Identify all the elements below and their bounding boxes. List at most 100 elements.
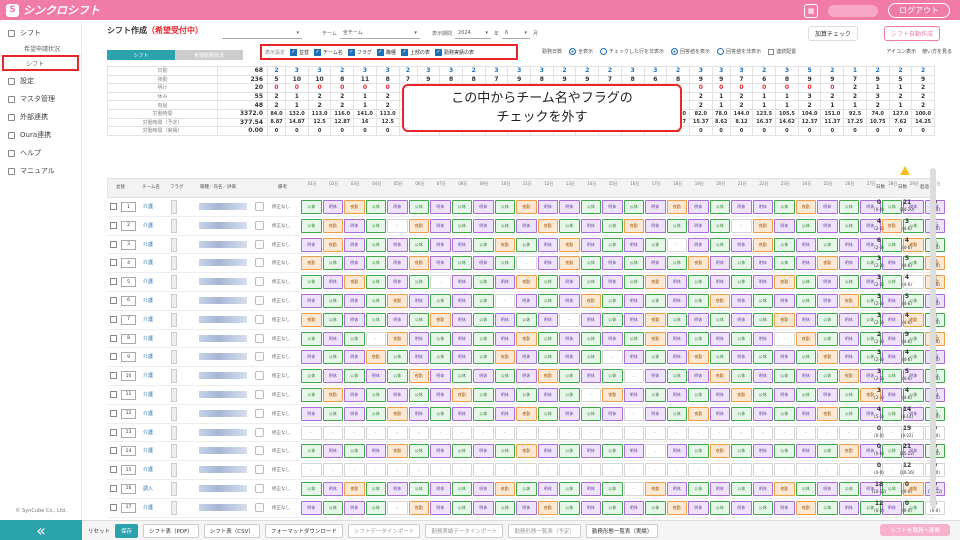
shift-cell[interactable]: 公休 xyxy=(666,312,687,327)
shift-cell[interactable]: 公休 xyxy=(709,237,730,252)
shift-cell[interactable]: - xyxy=(795,425,816,440)
vertical-scrollbar[interactable] xyxy=(930,168,936,508)
shift-cell[interactable]: - xyxy=(365,425,386,440)
shift-cell[interactable]: - xyxy=(709,463,730,478)
shift-cell[interactable]: 公休 xyxy=(838,406,859,421)
shift-cell[interactable]: 明休 xyxy=(731,237,752,252)
icon-display-link[interactable]: アイコン表示 xyxy=(886,48,916,55)
shift-cell[interactable]: 明休 xyxy=(365,369,386,384)
shift-cell[interactable]: 明休 xyxy=(623,444,644,459)
save-button[interactable]: 保存 xyxy=(115,523,139,538)
shift-cell[interactable]: - xyxy=(473,463,494,478)
shift-cell[interactable]: 公休 xyxy=(645,500,666,515)
shift-cell[interactable]: 公休 xyxy=(795,275,816,290)
shift-cell[interactable]: - xyxy=(537,425,558,440)
shift-cell[interactable]: 明休 xyxy=(559,275,580,290)
shift-cell[interactable]: 公休 xyxy=(731,481,752,496)
shift-cell[interactable]: 明休 xyxy=(387,481,408,496)
shift-cell[interactable]: 公休 xyxy=(559,369,580,384)
shift-cell[interactable]: 明休 xyxy=(752,406,773,421)
shift-cell[interactable]: 公休 xyxy=(365,481,386,496)
shift-cell[interactable]: 明休 xyxy=(473,218,494,233)
shift-cell[interactable]: 明休 xyxy=(602,275,623,290)
shift-cell[interactable]: 公休 xyxy=(752,500,773,515)
plan-list-button[interactable]: 勤務形態一覧表（予定） xyxy=(508,523,581,538)
shift-cell[interactable]: - xyxy=(301,425,322,440)
flag-toggle[interactable] xyxy=(171,463,177,478)
shift-cell[interactable]: 夜勤 xyxy=(516,275,537,290)
shift-cell[interactable]: - xyxy=(301,463,322,478)
shift-cell[interactable]: - xyxy=(494,425,515,440)
flag-toggle[interactable] xyxy=(171,425,177,440)
shift-cell[interactable]: - xyxy=(645,425,666,440)
shift-cell[interactable]: 明休 xyxy=(774,218,795,233)
shift-cell[interactable]: - xyxy=(537,463,558,478)
radio-show-all[interactable]: 全表示 xyxy=(569,48,593,55)
shift-cell[interactable]: - xyxy=(623,463,644,478)
shift-cell[interactable]: 明休 xyxy=(430,200,451,214)
shift-cell[interactable]: 明休 xyxy=(709,331,730,346)
shift-cell[interactable]: 公休 xyxy=(451,218,472,233)
shift-cell[interactable]: 明休 xyxy=(387,275,408,290)
shift-cell[interactable]: 明休 xyxy=(752,200,773,214)
shift-cell[interactable]: 公休 xyxy=(301,444,322,459)
checkbox-sort[interactable]: ✓ 並替 xyxy=(290,48,309,56)
shift-cell[interactable]: - xyxy=(473,425,494,440)
shift-cell[interactable]: 夜勤 xyxy=(408,369,429,384)
shift-cell[interactable]: - xyxy=(580,425,601,440)
sort-number-input[interactable]: 10 xyxy=(121,371,136,382)
settings-icon[interactable] xyxy=(255,333,264,343)
shift-cell[interactable]: 公休 xyxy=(817,369,838,384)
shift-cell[interactable]: 明休 xyxy=(602,331,623,346)
settings-icon[interactable] xyxy=(255,277,264,287)
shift-cell[interactable]: - xyxy=(387,500,408,515)
shift-cell[interactable]: 公休 xyxy=(688,275,709,290)
shift-cell[interactable]: - xyxy=(602,425,623,440)
shift-cell[interactable]: 夜勤 xyxy=(408,218,429,233)
shift-cell[interactable]: 公休 xyxy=(817,444,838,459)
shift-cell[interactable]: 公休 xyxy=(559,387,580,402)
shift-cell[interactable]: 夜勤 xyxy=(559,256,580,271)
shift-cell[interactable]: 明休 xyxy=(580,444,601,459)
sort-number-input[interactable]: 3 xyxy=(121,239,136,250)
shift-cell[interactable]: 明休 xyxy=(774,293,795,308)
shift-cell[interactable]: 夜勤 xyxy=(559,237,580,252)
shift-cell[interactable]: 明休 xyxy=(795,406,816,421)
shift-cell[interactable]: - xyxy=(322,425,343,440)
shift-cell[interactable]: 公休 xyxy=(473,331,494,346)
shift-cell[interactable]: 公休 xyxy=(473,275,494,290)
logout-button[interactable]: ログアウト xyxy=(888,3,950,18)
shift-cell[interactable]: 公休 xyxy=(795,293,816,308)
shift-cell[interactable]: 公休 xyxy=(301,200,322,214)
sidebar-item-help[interactable]: ヘルプ xyxy=(0,144,81,162)
shift-cell[interactable]: 公休 xyxy=(709,350,730,365)
shift-cell[interactable]: 明休 xyxy=(387,312,408,327)
shift-cell[interactable]: 夜勤 xyxy=(451,387,472,402)
collapse-sidebar-icon[interactable]: « xyxy=(0,520,82,540)
shift-cell[interactable]: 明休 xyxy=(451,312,472,327)
shift-cell[interactable]: - xyxy=(623,406,644,421)
shift-cell[interactable]: 明休 xyxy=(516,293,537,308)
shift-cell[interactable]: - xyxy=(688,463,709,478)
shift-cell[interactable]: 夜勤 xyxy=(752,237,773,252)
sidebar-item-external[interactable]: 外部連携 xyxy=(0,108,81,126)
radio-hide-answers[interactable]: 回答値を非表示 xyxy=(717,48,761,55)
shift-cell[interactable]: 明休 xyxy=(666,387,687,402)
shift-cell[interactable]: - xyxy=(387,425,408,440)
shift-cell[interactable]: 公休 xyxy=(473,293,494,308)
row-checkbox[interactable] xyxy=(110,428,117,436)
shift-cell[interactable]: 明休 xyxy=(602,406,623,421)
shift-cell[interactable]: 明休 xyxy=(408,293,429,308)
shift-cell[interactable]: 公休 xyxy=(473,406,494,421)
shift-cell[interactable]: 明休 xyxy=(473,444,494,459)
shift-cell[interactable]: 明休 xyxy=(516,350,537,365)
shift-cell[interactable]: 明休 xyxy=(494,331,515,346)
shift-csv-button[interactable]: シフト表（CSV） xyxy=(203,523,260,538)
shift-cell[interactable]: 公休 xyxy=(365,256,386,271)
shift-cell[interactable]: 明休 xyxy=(451,293,472,308)
shift-cell[interactable]: - xyxy=(516,463,537,478)
shift-cell[interactable]: 明休 xyxy=(580,218,601,233)
shift-cell[interactable]: 夜勤 xyxy=(516,200,537,214)
shift-cell[interactable]: 明休 xyxy=(645,218,666,233)
shift-cell[interactable]: 公休 xyxy=(774,369,795,384)
